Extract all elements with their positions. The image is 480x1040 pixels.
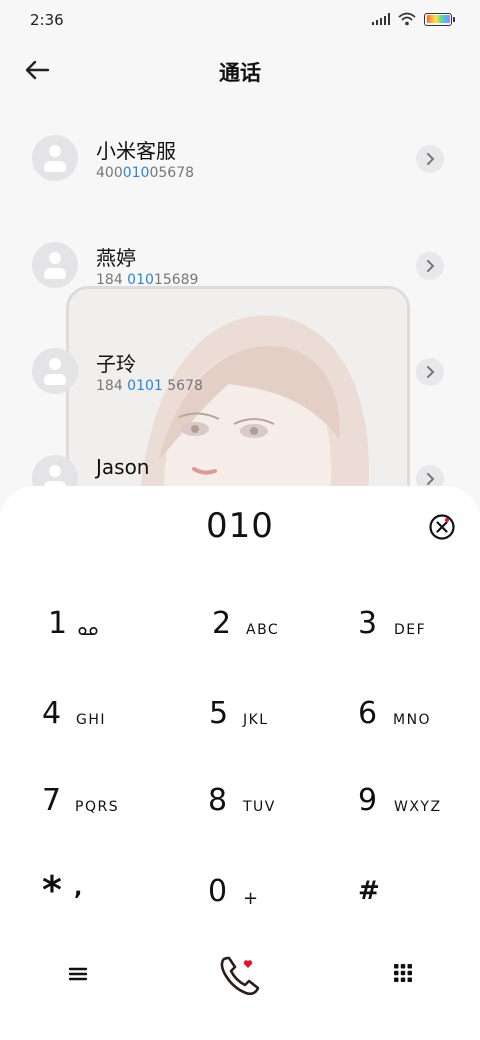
key-digit: 3 <box>358 606 378 641</box>
key-digit: 9 <box>358 783 378 818</box>
key-1[interactable]: 1 <box>48 606 188 666</box>
contact-item[interactable]: 子玲 184 0101 5678 <box>0 318 480 418</box>
key-digit: 5 <box>209 696 229 731</box>
signal-icon <box>372 13 390 25</box>
key-letters: TUV <box>243 799 276 815</box>
avatar <box>32 348 78 394</box>
contact-number: 40001005678 <box>96 165 195 181</box>
status-time: 2:36 <box>30 11 64 29</box>
key-digit: 8 <box>208 783 228 818</box>
keypad-icon <box>394 964 412 982</box>
chevron-right-icon <box>427 260 435 272</box>
delete-icon <box>429 514 455 540</box>
key-3[interactable]: 3 DEF <box>358 606 480 666</box>
key-digit: 1 <box>48 606 68 641</box>
chevron-right-icon <box>427 153 435 165</box>
key-0[interactable]: 0 + <box>208 874 348 934</box>
contact-item[interactable]: 小米客服 40001005678 <box>0 105 480 205</box>
key-letters: JKL <box>243 712 269 728</box>
key-letters: ABC <box>246 622 280 638</box>
header: 通话 <box>0 40 480 100</box>
contact-number: 184 0101 5678 <box>96 378 203 394</box>
key-digit: # <box>358 876 380 906</box>
menu-icon <box>68 967 88 981</box>
key-letters: + <box>243 888 260 909</box>
key-digit: 2 <box>212 606 232 641</box>
key-4[interactable]: 4 GHI <box>42 696 182 756</box>
key-digit: * <box>42 868 62 912</box>
contact-detail-button[interactable] <box>416 145 444 173</box>
key-digit: 7 <box>42 783 62 818</box>
chevron-right-icon <box>427 366 435 378</box>
battery-icon <box>424 12 455 26</box>
key-letters: GHI <box>76 712 107 728</box>
contact-detail-button[interactable] <box>416 358 444 386</box>
key-6[interactable]: 6 MNO <box>358 696 480 756</box>
bottom-action-bar <box>0 946 480 1006</box>
key-digit: 4 <box>42 696 62 731</box>
keypad-toggle-button[interactable] <box>392 962 414 984</box>
avatar <box>32 242 78 288</box>
key-letters: WXYZ <box>394 799 442 815</box>
key-5[interactable]: 5 JKL <box>209 696 349 756</box>
contact-name: 子玲 <box>96 352 136 376</box>
voicemail-icon <box>78 626 98 636</box>
contact-item[interactable]: 燕婷 184 01015689 <box>0 212 480 312</box>
key-9[interactable]: 9 WXYZ <box>358 783 480 843</box>
menu-button[interactable] <box>66 962 90 986</box>
contact-number: 184 01015689 <box>96 272 199 288</box>
key-2[interactable]: 2 ABC <box>212 606 352 666</box>
key-letters: MNO <box>393 712 432 728</box>
contact-name: 燕婷 <box>96 246 136 270</box>
contact-name: Jason <box>96 455 150 479</box>
key-8[interactable]: 8 TUV <box>208 783 348 843</box>
key-letters: PQRS <box>75 799 120 815</box>
key-7[interactable]: 7 PQRS <box>42 783 182 843</box>
key-hash[interactable]: # <box>358 874 480 934</box>
contact-name: 小米客服 <box>96 139 176 163</box>
status-bar: 2:36 <box>0 0 480 40</box>
call-button[interactable] <box>213 948 267 1002</box>
delete-button[interactable] <box>428 513 456 541</box>
wifi-icon <box>398 12 416 26</box>
key-star[interactable]: * , <box>42 868 182 934</box>
dialpad-sheet: 010 1 2 ABC 3 DEF 4 GHI 5 JKL 6 MNO 7 PQ… <box>0 486 480 1040</box>
phone-call-icon <box>220 956 260 996</box>
status-icons <box>372 12 455 26</box>
dialed-number: 010 <box>206 506 274 546</box>
key-digit: 0 <box>208 874 228 909</box>
key-letters: DEF <box>394 622 427 638</box>
page-title: 通话 <box>219 61 261 85</box>
chevron-right-icon <box>427 473 435 485</box>
avatar <box>32 135 78 181</box>
key-digit: 6 <box>358 696 378 731</box>
key-letters: , <box>74 876 84 901</box>
contact-detail-button[interactable] <box>416 252 444 280</box>
